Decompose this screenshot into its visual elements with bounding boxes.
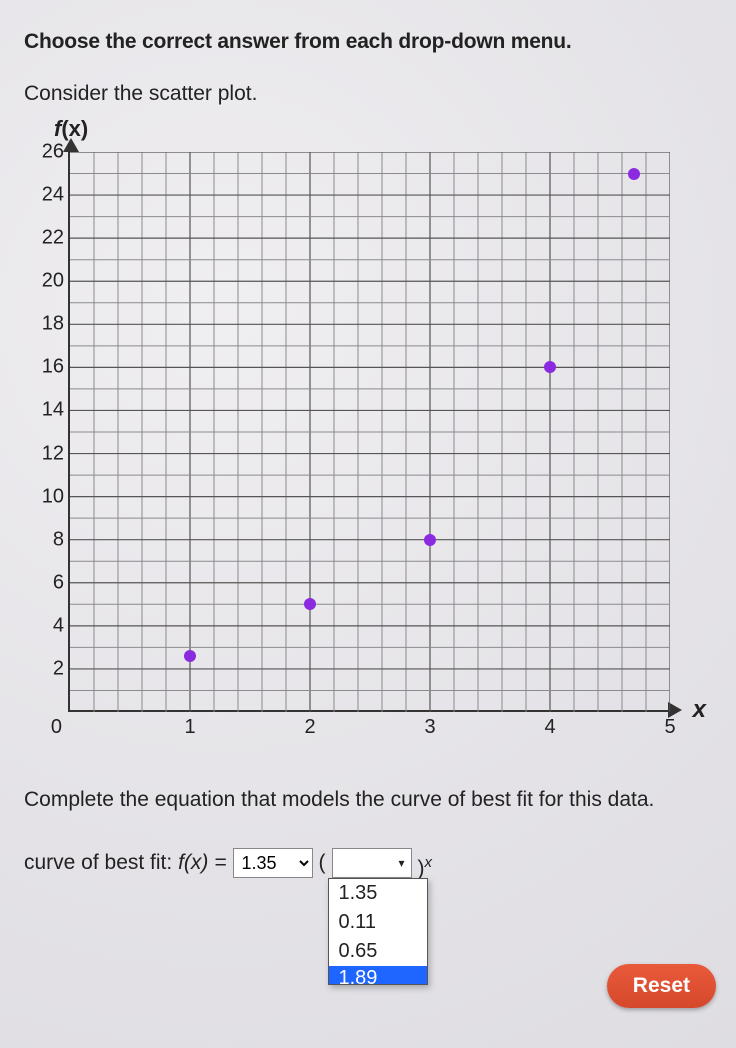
y-tick: 20 <box>30 270 70 293</box>
y-tick: 24 <box>30 184 70 207</box>
x-tick: 2 <box>304 710 315 739</box>
x-tick: 1 <box>184 710 195 739</box>
reset-button[interactable]: Reset <box>607 964 716 1008</box>
coefficient-select[interactable]: 1.35 <box>233 848 313 878</box>
x-tick: 5 <box>664 710 675 739</box>
x-tick: 3 <box>424 710 435 739</box>
y-tick: 12 <box>30 442 70 465</box>
completion-prompt: Complete the equation that models the cu… <box>24 788 712 812</box>
y-tick: 18 <box>30 313 70 336</box>
data-point <box>424 534 436 546</box>
plot-area: 0 x 246810121416182022242612345 <box>68 152 668 712</box>
y-axis-label: f(x) <box>54 116 712 142</box>
y-tick: 6 <box>30 571 70 594</box>
data-point <box>184 650 196 662</box>
instruction-text: Choose the correct answer from each drop… <box>24 30 712 54</box>
dropdown-option[interactable]: 0.65 <box>329 937 427 966</box>
origin-label: 0 <box>51 710 70 739</box>
scatter-plot: 0 x 246810121416182022242612345 <box>24 142 684 762</box>
y-tick: 22 <box>30 227 70 250</box>
equation-row: curve of best fit: f(x) = 1.35 ( ▾ 1.350… <box>24 848 712 884</box>
chevron-down-icon: ▾ <box>398 856 404 870</box>
curve-label: curve of best fit: f(x) = <box>24 848 227 878</box>
base-select-dropdown: 1.350.110.651.89 <box>328 878 428 985</box>
y-tick: 16 <box>30 356 70 379</box>
consider-text: Consider the scatter plot. <box>24 82 712 106</box>
y-tick: 8 <box>30 528 70 551</box>
x-axis-label: x <box>693 696 706 724</box>
dropdown-option[interactable]: 1.89 <box>329 966 427 984</box>
y-tick: 4 <box>30 614 70 637</box>
y-tick: 10 <box>30 485 70 508</box>
dropdown-option[interactable]: 1.35 <box>329 879 427 908</box>
base-select[interactable]: ▾ <box>332 848 412 878</box>
x-tick: 4 <box>544 710 555 739</box>
data-point <box>628 168 640 180</box>
open-paren: ( <box>319 848 326 878</box>
y-tick: 14 <box>30 399 70 422</box>
y-tick: 2 <box>30 657 70 680</box>
y-tick: 26 <box>30 141 70 164</box>
dropdown-option[interactable]: 0.11 <box>329 908 427 937</box>
